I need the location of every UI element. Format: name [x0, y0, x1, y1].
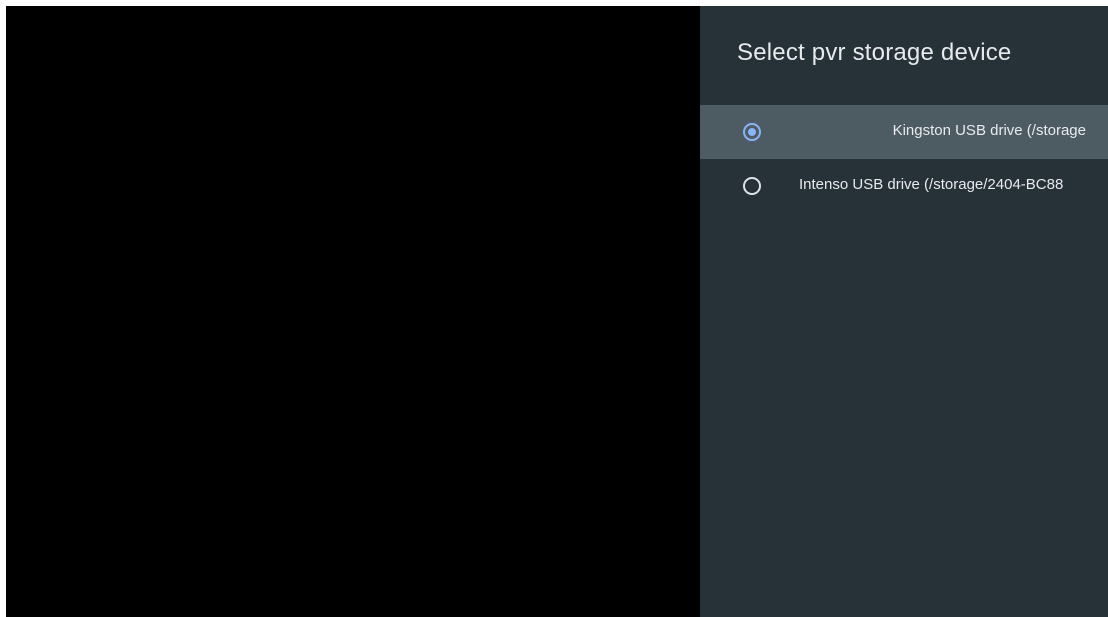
storage-device-list: Kingston USB drive (/storage Intenso USB…: [700, 105, 1108, 213]
radio-checked-icon[interactable]: [743, 123, 761, 141]
settings-side-panel: Select pvr storage device Kingston USB d…: [700, 6, 1108, 617]
storage-option-intenso[interactable]: Intenso USB drive (/storage/2404-BC88: [700, 159, 1108, 213]
video-preview: [6, 6, 700, 617]
panel-title: Select pvr storage device: [737, 39, 1012, 66]
tv-screen: Select pvr storage device Kingston USB d…: [6, 6, 1108, 617]
option-label: Kingston USB drive (/storage: [892, 122, 1086, 139]
storage-option-kingston[interactable]: Kingston USB drive (/storage: [700, 105, 1108, 159]
option-label: Intenso USB drive (/storage/2404-BC88: [799, 176, 1064, 193]
radio-unchecked-icon[interactable]: [743, 177, 761, 195]
